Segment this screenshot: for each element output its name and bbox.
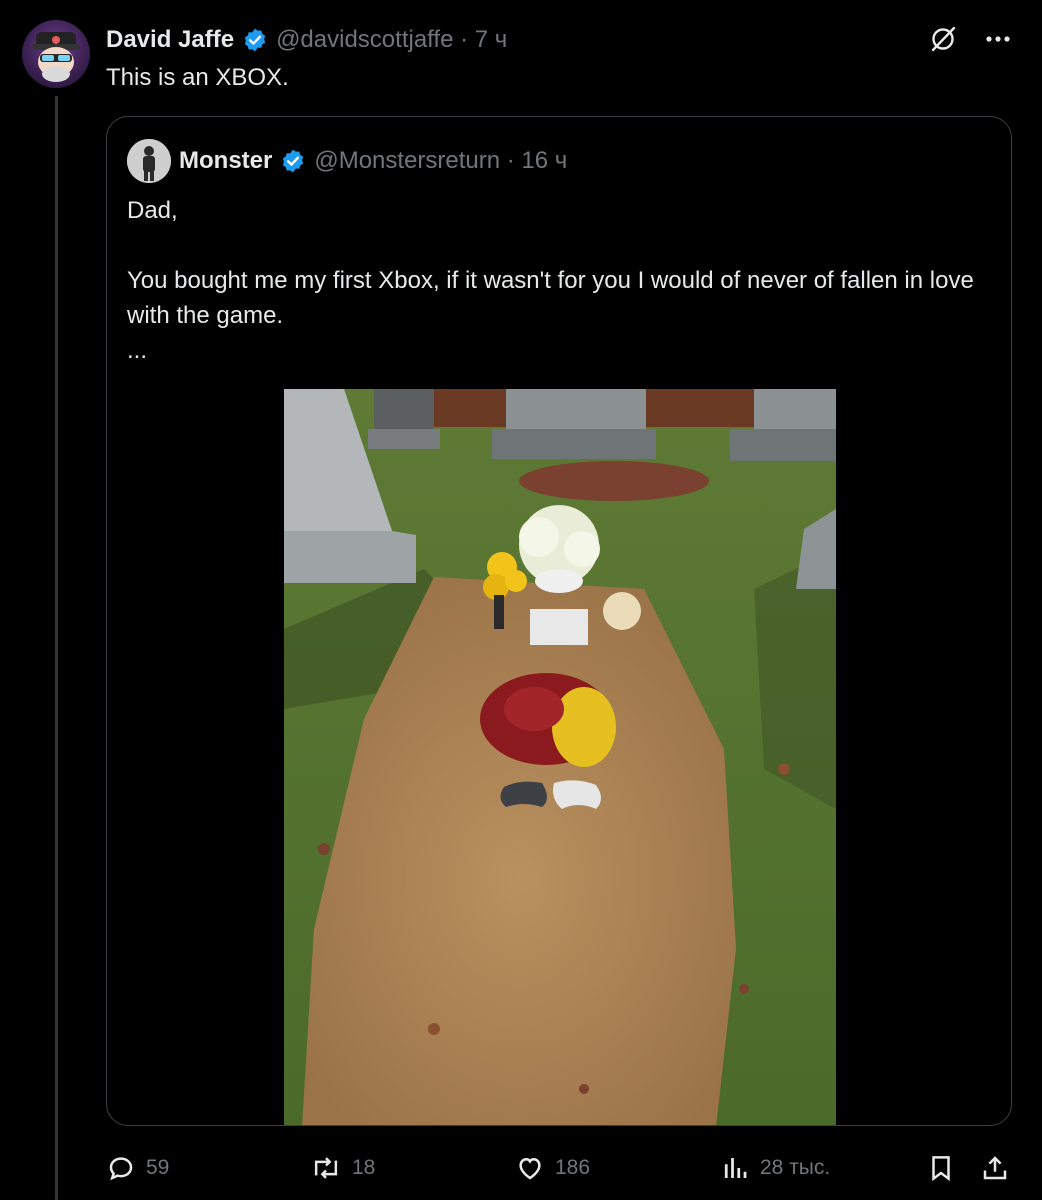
author-avatar[interactable] — [22, 20, 90, 88]
share-button[interactable] — [980, 1148, 1010, 1188]
quoted-text-more: ... — [127, 337, 148, 364]
views-button[interactable]: 28 тыс. — [720, 1148, 830, 1188]
bookmark-icon — [932, 1156, 950, 1182]
quoted-tweet-header: Monster @Monstersreturn · 16 ч — [127, 139, 567, 183]
thread-line — [55, 96, 58, 1200]
verified-badge-icon — [280, 148, 306, 174]
grave-photo-illustration — [284, 389, 836, 1125]
tweet-top-actions — [928, 24, 1012, 54]
repost-icon — [314, 1157, 338, 1179]
quoted-tweet-text: Dad, You bought me my first Xbox, if it … — [127, 193, 993, 368]
heart-icon — [519, 1157, 541, 1180]
avatar-illustration — [32, 32, 80, 82]
more-icon[interactable] — [984, 25, 1012, 53]
share-icon — [983, 1156, 1007, 1180]
quoted-text-line-1: Dad, — [127, 197, 178, 224]
views-icon — [724, 1158, 747, 1178]
reply-button[interactable]: 59 — [106, 1148, 169, 1188]
like-button[interactable]: 186 — [515, 1148, 590, 1188]
reply-count: 59 — [146, 1156, 170, 1179]
view-count: 28 тыс. — [760, 1156, 831, 1179]
quoted-author-name[interactable]: Monster — [179, 147, 272, 175]
tweet-action-bar: 59 18 186 28 тыс. — [0, 1148, 1042, 1188]
like-count: 186 — [555, 1156, 591, 1179]
quoted-text-line-2: You bought me my first Xbox, if it wasn'… — [127, 267, 974, 329]
quoted-author-handle-and-time[interactable]: @Monstersreturn · 16 ч — [314, 147, 567, 175]
author-name[interactable]: David Jaffe — [106, 26, 234, 54]
author-handle-and-time[interactable]: @davidscottjaffe · 7 ч — [276, 26, 507, 54]
grok-icon[interactable] — [928, 24, 958, 54]
repost-count: 18 — [352, 1156, 376, 1179]
bookmark-button[interactable] — [926, 1148, 956, 1188]
quoted-avatar-illustration — [127, 139, 171, 183]
tweet-header: David Jaffe @davidscottjaffe · 7 ч — [106, 22, 507, 58]
quoted-author-avatar[interactable] — [127, 139, 171, 183]
quoted-tweet-card[interactable]: Monster @Monstersreturn · 16 ч Dad, You … — [106, 116, 1012, 1126]
quoted-tweet-photo[interactable] — [284, 389, 836, 1125]
reply-icon — [109, 1157, 133, 1181]
verified-badge-icon — [242, 27, 268, 53]
repost-button[interactable]: 18 — [310, 1148, 375, 1188]
tweet-text: This is an XBOX. — [106, 64, 289, 91]
